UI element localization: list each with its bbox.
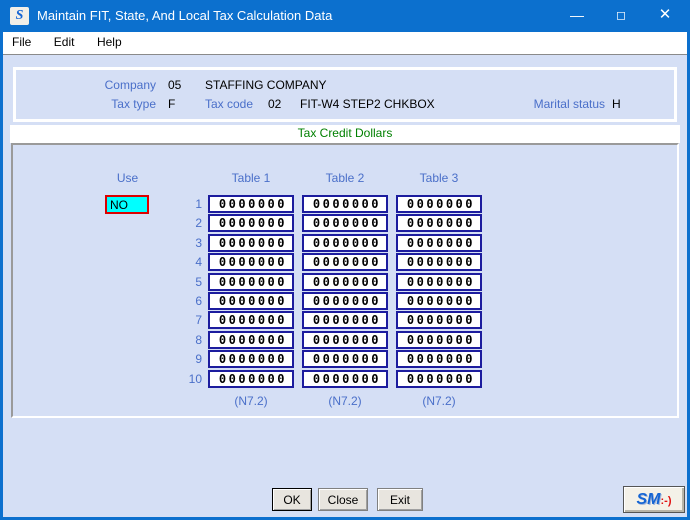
table1-row2-field[interactable]: [208, 214, 294, 232]
table3-row5-field[interactable]: [396, 273, 482, 291]
table2-row2-field[interactable]: [302, 214, 388, 232]
header-panel: Company 05 STAFFING COMPANY Tax type F T…: [13, 67, 677, 122]
menu-edit[interactable]: Edit: [45, 32, 84, 54]
table2-header: Table 2: [302, 171, 388, 185]
title-bar: S Maintain FIT, State, And Local Tax Cal…: [0, 0, 690, 32]
table1-row4-field[interactable]: [208, 253, 294, 271]
close-button[interactable]: Close: [318, 488, 368, 511]
minimize-icon[interactable]: —: [555, 0, 599, 32]
sm-logo: SM:-): [623, 486, 685, 513]
sm-logo-smiley: :-): [661, 495, 672, 507]
sm-logo-text: SM: [637, 491, 661, 508]
table2-row10-field[interactable]: [302, 370, 388, 388]
marital-status-label: Marital status: [496, 97, 605, 111]
table1-row6-field[interactable]: [208, 292, 294, 310]
menu-file[interactable]: File: [3, 32, 40, 54]
table1-row7-field[interactable]: [208, 311, 294, 329]
table1-header: Table 1: [208, 171, 294, 185]
app-icon: S: [10, 7, 29, 25]
table2-row3-field[interactable]: [302, 234, 388, 252]
app-window: S Maintain FIT, State, And Local Tax Cal…: [0, 0, 690, 520]
table3-row8-field[interactable]: [396, 331, 482, 349]
company-label: Company: [56, 78, 156, 92]
table1-row1-field[interactable]: [208, 195, 294, 213]
table3-format-label: (N7.2): [396, 394, 482, 408]
table3-header: Table 3: [396, 171, 482, 185]
use-column-header: Use: [105, 171, 150, 185]
window-title: Maintain FIT, State, And Local Tax Calcu…: [37, 0, 332, 32]
marital-status-value: H: [612, 97, 621, 111]
table3-row7-field[interactable]: [396, 311, 482, 329]
table3-row3-field[interactable]: [396, 234, 482, 252]
table2-format-label: (N7.2): [302, 394, 388, 408]
exit-button[interactable]: Exit: [377, 488, 423, 511]
table1-row10-field[interactable]: [208, 370, 294, 388]
table3-row6-field[interactable]: [396, 292, 482, 310]
menu-help[interactable]: Help: [88, 32, 131, 54]
menu-bar: File Edit Help: [3, 32, 687, 55]
table2-row4-field[interactable]: [302, 253, 388, 271]
table2-row9-field[interactable]: [302, 350, 388, 368]
ok-button[interactable]: OK: [272, 488, 312, 511]
company-name: STAFFING COMPANY: [205, 78, 327, 92]
table2-row7-field[interactable]: [302, 311, 388, 329]
table3-row10-field[interactable]: [396, 370, 482, 388]
table1-format-label: (N7.2): [208, 394, 294, 408]
table3-row4-field[interactable]: [396, 253, 482, 271]
table3-row9-field[interactable]: [396, 350, 482, 368]
tax-type-label: Tax type: [56, 97, 156, 111]
tax-code-name: FIT-W4 STEP2 CHKBOX: [300, 97, 435, 111]
section-title: Tax Credit Dollars: [10, 125, 680, 143]
table1-row5-field[interactable]: [208, 273, 294, 291]
use-field[interactable]: [105, 195, 149, 214]
close-icon[interactable]: ✕: [643, 0, 687, 32]
tax-code-label: Tax code: [156, 97, 253, 111]
table1-row8-field[interactable]: [208, 331, 294, 349]
company-code: 05: [168, 78, 181, 92]
maximize-icon[interactable]: ◻: [599, 0, 643, 32]
table2-row6-field[interactable]: [302, 292, 388, 310]
table3-row2-field[interactable]: [396, 214, 482, 232]
tax-code-value: 02: [268, 97, 281, 111]
table2-row8-field[interactable]: [302, 331, 388, 349]
table3-row1-field[interactable]: [396, 195, 482, 213]
table1-row3-field[interactable]: [208, 234, 294, 252]
table1-row9-field[interactable]: [208, 350, 294, 368]
table2-row5-field[interactable]: [302, 273, 388, 291]
table2-row1-field[interactable]: [302, 195, 388, 213]
